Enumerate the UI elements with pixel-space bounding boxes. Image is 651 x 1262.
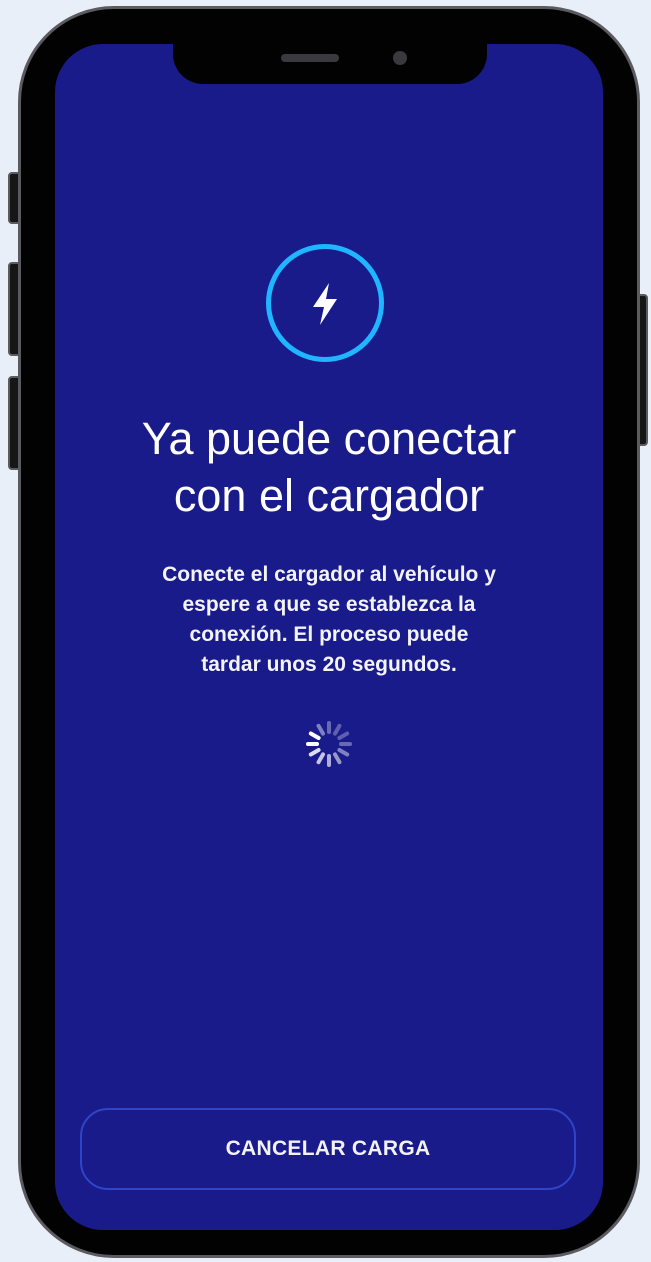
phone-screen: Ya puede conectar con el cargador Conect…: [55, 44, 603, 1230]
spinner-icon: [306, 721, 352, 767]
instructions-text: Conecte el cargador al vehículo y espere…: [162, 563, 496, 676]
notch: [173, 44, 487, 84]
speaker-grille: [281, 54, 339, 62]
charging-status-ring: [266, 244, 384, 362]
front-camera: [393, 51, 407, 65]
cancel-charge-button[interactable]: CANCELAR CARGA: [80, 1108, 576, 1190]
page-title: Ya puede conectar con el cargador: [141, 413, 517, 521]
lightning-bolt-icon: [313, 283, 337, 325]
